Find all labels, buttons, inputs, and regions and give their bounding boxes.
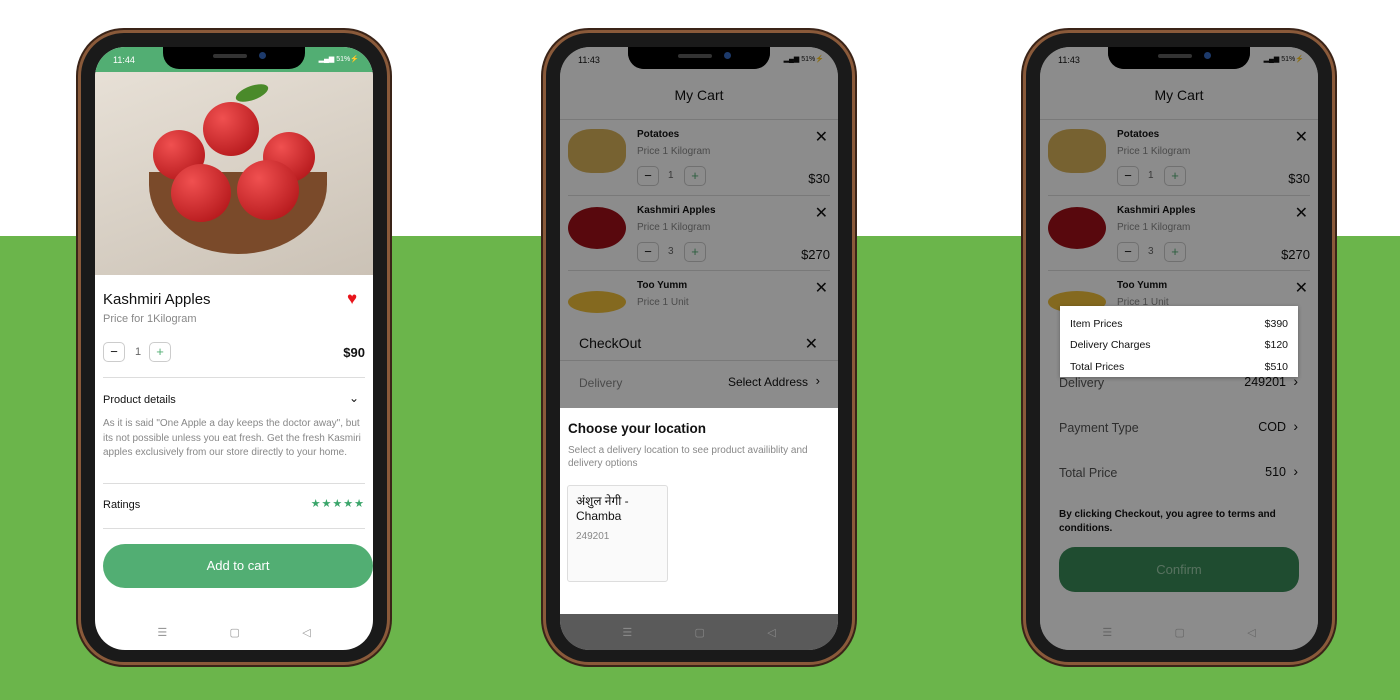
status-time: 11:44 [113, 55, 135, 65]
increase-button[interactable]: + [149, 342, 171, 362]
cart-select-screen: 11:43 ▂▄▆ 51%⚡ My Cart Potatoes Price 1 … [560, 47, 838, 650]
divider [103, 483, 365, 484]
address-pin: 249201 [576, 531, 610, 542]
home-icon[interactable]: ▢ [695, 626, 705, 639]
back-icon[interactable]: ◁ [302, 626, 310, 639]
product-details-toggle[interactable]: Product details [103, 394, 176, 406]
address-card[interactable]: अंशुल नेगी - Chamba 249201 [567, 485, 668, 582]
home-icon[interactable]: ▢ [230, 626, 240, 639]
phone-product: 11:44 ▂▄▆ 51%⚡ Kashmiri Apples ♥ Price f… [78, 30, 390, 665]
status-icons: ▂▄▆ 51%⚡ [318, 56, 359, 63]
item-prices-label: Item Prices [1070, 318, 1123, 330]
nav-bar: ☰ ▢ ◁ [1040, 614, 1318, 650]
delivery-charges-label: Delivery Charges [1070, 339, 1151, 351]
ratings-label: Ratings [103, 499, 141, 511]
menu-icon[interactable]: ☰ [1102, 626, 1112, 639]
delivery-charges-value: $120 [1264, 339, 1288, 351]
menu-icon[interactable]: ☰ [157, 626, 167, 639]
home-icon[interactable]: ▢ [1175, 626, 1185, 639]
menu-icon[interactable]: ☰ [622, 626, 632, 639]
total-prices-value: $510 [1264, 361, 1288, 373]
quantity: 1 [135, 346, 142, 358]
nav-bar: ☰ ▢ ◁ [95, 614, 373, 650]
back-icon[interactable]: ◁ [767, 626, 775, 639]
phone-select-address: 11:43 ▂▄▆ 51%⚡ My Cart Potatoes Price 1 … [543, 30, 855, 665]
product-subtitle: Price for 1Kilogram [103, 313, 197, 325]
address-name: अंशुल नेगी - Chamba [576, 494, 629, 523]
nav-bar: ☰ ▢ ◁ [560, 614, 838, 650]
total-prices-label: Total Prices [1070, 361, 1125, 373]
product-screen: 11:44 ▂▄▆ 51%⚡ Kashmiri Apples ♥ Price f… [95, 47, 373, 650]
price-breakdown-popup: Item Prices $390 Delivery Charges $120 T… [1060, 306, 1298, 377]
phone-confirm: 11:43 ▂▄▆ 51%⚡ My Cart Potatoes Price 1 … [1023, 30, 1335, 665]
product-description: As it is said "One Apple a day keeps the… [103, 418, 361, 459]
divider [103, 377, 365, 378]
product-title: Kashmiri Apples [103, 291, 211, 308]
location-sheet: Choose your location Select a delivery l… [560, 408, 838, 614]
notch [163, 47, 305, 69]
item-prices-value: $390 [1264, 318, 1288, 330]
battery: 51% [336, 56, 351, 63]
product-price: $90 [343, 345, 365, 360]
decrease-button[interactable]: − [103, 342, 125, 362]
favorite-heart-icon[interactable]: ♥ [347, 289, 357, 309]
location-sheet-title: Choose your location [568, 421, 707, 436]
chevron-down-icon[interactable]: ⌄ [349, 391, 359, 405]
back-icon[interactable]: ◁ [1247, 626, 1255, 639]
add-to-cart-button[interactable]: Add to cart [103, 544, 373, 588]
location-sheet-subtitle: Select a delivery location to see produc… [568, 445, 808, 469]
product-image [95, 72, 373, 275]
cart-confirm-screen: 11:43 ▂▄▆ 51%⚡ My Cart Potatoes Price 1 … [1040, 47, 1318, 650]
divider [103, 528, 365, 529]
rating-stars: ★★★★★ [310, 498, 365, 510]
